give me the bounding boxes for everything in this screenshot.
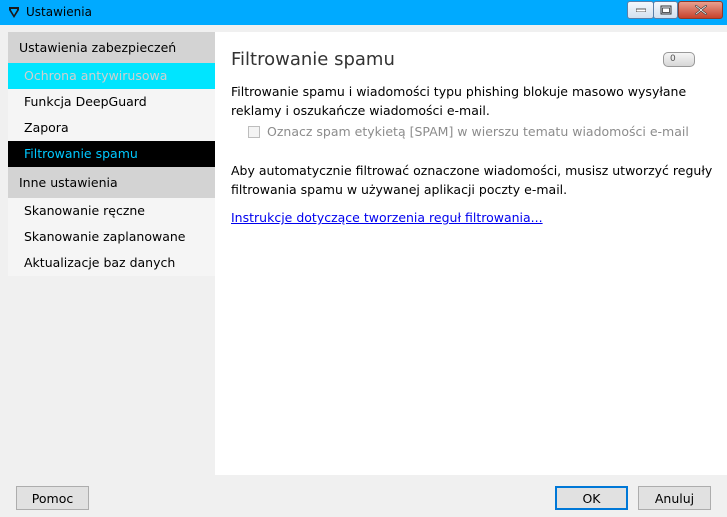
settings-panel: Filtrowanie spamu 0 Filtrowanie spamu i …	[215, 32, 727, 475]
maximize-icon	[660, 5, 671, 15]
maximize-button[interactable]	[653, 1, 678, 19]
ok-button[interactable]: OK	[555, 486, 628, 510]
settings-sidebar: Ustawienia zabezpieczeń Ochrona antywiru…	[8, 32, 215, 276]
panel-description: Filtrowanie spamu i wiadomości typu phis…	[231, 84, 687, 118]
filter-rules-instructions-link[interactable]: Instrukcje dotyczące tworzenia reguł fil…	[231, 210, 543, 225]
sidebar-item-antivirus[interactable]: Ochrona antywirusowa	[8, 63, 215, 89]
spam-tag-label: Oznacz spam etykietą [SPAM] w wierszu te…	[267, 124, 689, 139]
sidebar-section-other[interactable]: Inne ustawienia	[8, 167, 215, 198]
sidebar-item-firewall[interactable]: Zapora	[8, 115, 215, 141]
spam-filter-toggle[interactable]: 0	[663, 52, 695, 67]
sidebar-item-manual-scan[interactable]: Skanowanie ręczne	[8, 198, 215, 224]
toggle-label: 0	[670, 54, 676, 64]
help-button[interactable]: Pomoc	[16, 486, 89, 510]
panel-title: Filtrowanie spamu	[231, 49, 395, 70]
sidebar-section-security[interactable]: Ustawienia zabezpieczeń	[8, 32, 215, 63]
sidebar-item-deepguard[interactable]: Funkcja DeepGuard	[8, 89, 215, 115]
close-icon	[694, 5, 707, 15]
spam-tag-checkbox[interactable]	[248, 126, 260, 138]
panel-info-text: Aby automatycznie filtrować oznaczone wi…	[231, 163, 713, 197]
minimize-button[interactable]	[627, 1, 654, 19]
window-title: Ustawienia	[26, 5, 92, 19]
dialog-client-area: Ustawienia zabezpieczeń Ochrona antywiru…	[0, 25, 727, 517]
sidebar-item-spam-filter[interactable]: Filtrowanie spamu	[8, 141, 215, 167]
shield-icon	[9, 7, 19, 18]
title-bar[interactable]: Ustawienia	[0, 0, 727, 25]
cancel-button[interactable]: Anuluj	[638, 486, 711, 510]
sidebar-item-database-updates[interactable]: Aktualizacje baz danych	[8, 250, 215, 276]
minimize-icon	[635, 8, 646, 12]
close-button[interactable]	[678, 1, 723, 19]
sidebar-item-scheduled-scan[interactable]: Skanowanie zaplanowane	[8, 224, 215, 250]
